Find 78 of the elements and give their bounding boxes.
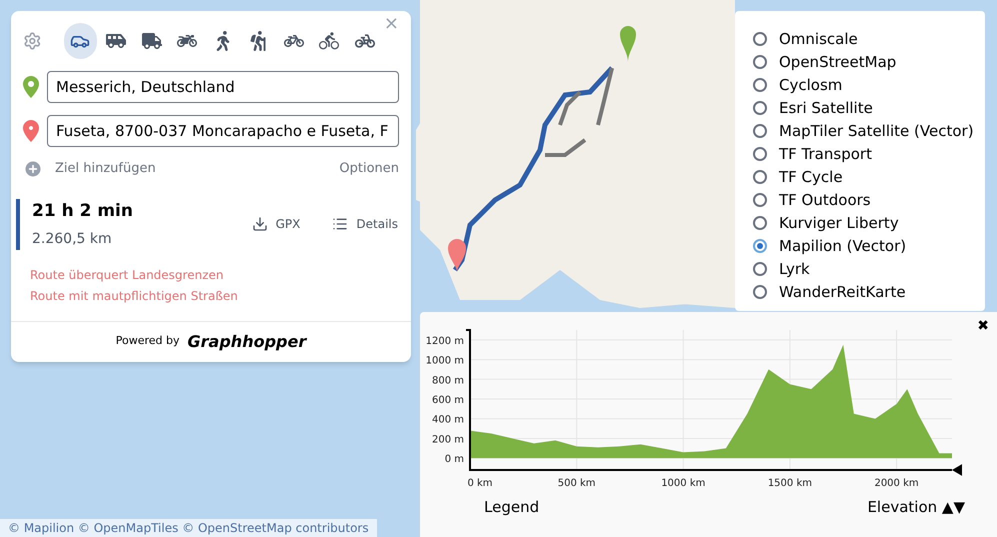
brand-logo: Graphhopper	[188, 330, 306, 352]
radio-button[interactable]	[753, 147, 767, 161]
layer-label: MapTiler Satellite (Vector)	[779, 120, 974, 142]
radio-button[interactable]	[753, 262, 767, 276]
start-marker-icon[interactable]	[620, 26, 636, 62]
details-button[interactable]: Details	[332, 215, 398, 234]
y-tick-label: 800 m	[432, 375, 464, 386]
layer-option[interactable]: Omniscale	[753, 29, 985, 49]
route-line[interactable]	[452, 66, 614, 272]
hiker-icon	[248, 31, 268, 51]
layer-option[interactable]: WanderReitKarte	[753, 282, 985, 302]
route-result[interactable]: 21 h 2 min 2.260,5 km GPX Details	[16, 199, 406, 250]
close-button[interactable]: ✖	[977, 316, 989, 337]
layer-option[interactable]: MapTiler Satellite (Vector)	[753, 121, 985, 141]
layer-label: Cyclosm	[779, 74, 842, 96]
radio-button[interactable]	[753, 101, 767, 115]
route-time: 21 h 2 min	[32, 200, 133, 223]
elevation-selector[interactable]: Elevation ▲▼	[867, 496, 965, 518]
layer-label: TF Transport	[779, 144, 872, 165]
gpx-button[interactable]: GPX	[252, 215, 300, 234]
options-button[interactable]: Optionen	[339, 159, 399, 179]
layer-label: OpenStreetMap	[779, 52, 896, 73]
route-warning: Route mit mautpflichtigen Straßen	[30, 288, 239, 304]
powered-by-text: Powered by	[116, 333, 180, 350]
y-tick-label: 0 m	[444, 454, 464, 466]
layer-label: Lyrk	[779, 258, 810, 280]
layer-label: TF Outdoors	[779, 190, 871, 211]
layer-label: WanderReitKarte	[779, 282, 906, 303]
map-attribution: © Mapilion © OpenMapTiles © OpenStreetMap contributors	[0, 519, 377, 537]
x-tick-label: 1000 km	[661, 478, 706, 489]
van-icon	[106, 31, 126, 51]
radio-button[interactable]	[753, 55, 767, 69]
settings-icon	[23, 31, 42, 51]
radio-button[interactable]	[753, 170, 767, 184]
legend-label: Legend	[484, 497, 540, 518]
radio-button[interactable]	[753, 193, 767, 207]
download-icon	[252, 216, 268, 232]
list-icon	[332, 216, 348, 232]
layer-option[interactable]: Mapilion (Vector)	[753, 236, 985, 256]
layer-option[interactable]: OpenStreetMap	[753, 52, 985, 72]
layer-label: Kurviger Liberty	[779, 212, 899, 234]
layer-label: Omniscale	[779, 28, 858, 50]
radio-button[interactable]	[753, 124, 767, 138]
layer-option[interactable]: TF Transport	[753, 144, 985, 164]
layer-label: Esri Satellite	[779, 98, 873, 119]
travel-mode-button[interactable]	[64, 23, 98, 59]
layer-label: TF Cycle	[779, 166, 843, 188]
route-distance: 2.260,5 km	[32, 230, 113, 248]
destination-marker-icon[interactable]	[448, 239, 466, 272]
layer-option[interactable]: Esri Satellite	[753, 98, 985, 118]
cyclist-icon	[319, 31, 340, 51]
alternative-route-line[interactable]	[543, 66, 614, 157]
y-tick-label: 1000 m	[426, 356, 464, 367]
add-icon	[23, 159, 43, 179]
layer-option[interactable]: Lyrk	[753, 259, 985, 279]
y-tick-label: 600 m	[432, 395, 464, 406]
radio-button[interactable]	[753, 239, 767, 253]
location-field[interactable]: Messerich, Deutschland	[47, 71, 399, 103]
radio-button[interactable]	[753, 32, 767, 46]
radio-button[interactable]	[753, 285, 767, 299]
radio-button[interactable]	[753, 78, 767, 92]
route-warning: Route überquert Landesgrenzen	[30, 266, 224, 284]
y-tick-label: 400 m	[432, 414, 464, 426]
layer-option[interactable]: Kurviger Liberty	[753, 213, 985, 233]
layer-option[interactable]: TF Cycle	[753, 167, 985, 187]
truck-icon	[142, 31, 162, 51]
layer-option[interactable]: Cyclosm	[753, 75, 985, 95]
x-tick-label: 2000 km	[874, 478, 919, 489]
x-tick-label: 0 km	[467, 478, 493, 489]
location-field[interactable]: Fuseta, 8700-037 Moncarapacho e Fuseta, F	[47, 115, 399, 147]
x-tick-label: 500 km	[558, 478, 596, 489]
layer-label: Mapilion (Vector)	[779, 236, 906, 257]
y-tick-label: 200 m	[432, 434, 464, 446]
radio-button[interactable]	[753, 216, 767, 230]
y-tick-label: 1200 m	[426, 336, 464, 347]
add-destination-button[interactable]: Ziel hinzufügen	[55, 159, 156, 179]
layer-option[interactable]: TF Outdoors	[753, 190, 985, 210]
x-tick-label: 1500 km	[768, 478, 812, 489]
